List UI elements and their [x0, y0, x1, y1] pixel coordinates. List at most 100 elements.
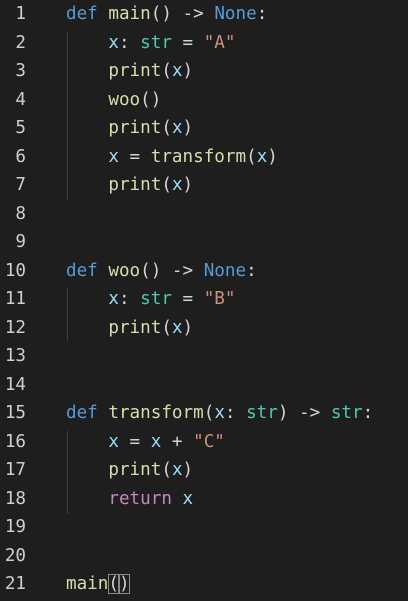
- code-line[interactable]: 3 print(x): [0, 57, 408, 86]
- code-editor[interactable]: 1 def main() -> None: 2 x: str = "A" 3 prin…: [0, 0, 408, 601]
- line-number: 7: [15, 175, 26, 195]
- code-line[interactable]: 11 x: str = "B": [0, 285, 408, 314]
- code-line[interactable]: 20: [0, 542, 408, 571]
- code-line[interactable]: 17 print(x): [0, 456, 408, 485]
- code-text[interactable]: return x: [66, 485, 193, 514]
- code-line[interactable]: 16 x = x + "C": [0, 428, 408, 457]
- code-token: str: [140, 32, 172, 53]
- code-token: :: [256, 4, 268, 24]
- code-token: ): [182, 175, 194, 195]
- code-text[interactable]: main(): [66, 570, 130, 599]
- code-line[interactable]: 12 print(x): [0, 314, 408, 343]
- code-token: (: [161, 175, 172, 195]
- code-token: main: [66, 574, 109, 594]
- code-text[interactable]: x = transform(x): [66, 143, 278, 172]
- code-token: transform: [108, 403, 204, 423]
- code-token: def: [66, 260, 98, 281]
- line-number: 10: [4, 260, 26, 281]
- code-line[interactable]: 18 return x: [0, 485, 408, 514]
- line-number: 4: [15, 89, 26, 110]
- code-token: "B": [203, 289, 236, 309]
- code-token: main: [108, 4, 151, 24]
- indent-guide-transform: [67, 431, 68, 514]
- line-number: 12: [4, 317, 26, 338]
- line-number: 1: [15, 4, 26, 24]
- code-token: str: [246, 403, 278, 423]
- code-line[interactable]: 4 woo(): [0, 86, 408, 115]
- code-token: (: [161, 61, 172, 81]
- code-text[interactable]: print(x): [66, 114, 193, 143]
- code-text[interactable]: def woo() -> None:: [66, 257, 257, 286]
- line-number: 2: [15, 32, 26, 53]
- code-token: ): [182, 118, 194, 138]
- code-token: x: [108, 32, 119, 53]
- code-token: ): [182, 61, 194, 81]
- code-token: x: [108, 431, 119, 452]
- code-line[interactable]: 10 def woo() -> None:: [0, 257, 408, 286]
- code-line[interactable]: 9: [0, 228, 408, 257]
- code-text[interactable]: print(x): [66, 57, 193, 86]
- code-token: x: [171, 175, 183, 195]
- code-text[interactable]: x = x + "C": [66, 428, 225, 457]
- code-text[interactable]: def main() -> None:: [66, 0, 267, 29]
- code-text[interactable]: def transform(x: str) -> str:: [66, 399, 373, 428]
- code-token: :: [246, 260, 257, 281]
- code-token: str: [140, 289, 172, 309]
- code-line[interactable]: 13: [0, 342, 408, 371]
- line-number: 5: [15, 118, 26, 138]
- code-line[interactable]: 19: [0, 513, 408, 542]
- code-line[interactable]: 1 def main() -> None:: [0, 0, 408, 29]
- code-token: def: [66, 403, 98, 423]
- code-line[interactable]: 14: [0, 371, 408, 400]
- code-token: x: [171, 317, 183, 338]
- code-token: str: [330, 403, 363, 423]
- code-token: print: [108, 118, 162, 138]
- code-text[interactable]: woo(): [66, 86, 161, 115]
- code-token: None: [214, 4, 257, 24]
- code-token: (: [161, 460, 172, 480]
- code-line[interactable]: 7 print(x): [0, 171, 408, 200]
- code-line[interactable]: 21 main(): [0, 570, 408, 599]
- code-text[interactable]: print(x): [66, 456, 193, 485]
- code-token: =: [171, 32, 204, 53]
- code-token: :: [118, 32, 141, 53]
- code-token: :: [224, 403, 247, 423]
- code-token: ): [182, 460, 194, 480]
- code-token: (: [108, 574, 119, 594]
- code-token: x: [108, 289, 119, 309]
- code-token: =: [171, 289, 204, 309]
- code-token: (): [140, 89, 162, 110]
- line-number: 8: [15, 203, 26, 224]
- code-line[interactable]: 2 x: str = "A": [0, 29, 408, 58]
- line-number: 9: [15, 232, 26, 252]
- line-number: 16: [4, 431, 26, 452]
- code-line[interactable]: 5 print(x): [0, 114, 408, 143]
- code-token: (: [161, 317, 172, 338]
- code-line[interactable]: 8: [0, 200, 408, 229]
- code-token: =: [118, 146, 151, 167]
- line-number: 14: [4, 374, 26, 395]
- indent-guide-woo: [67, 288, 68, 341]
- code-text[interactable]: print(x): [66, 171, 193, 200]
- code-text[interactable]: print(x): [66, 314, 193, 343]
- code-text[interactable]: x: str = "B": [66, 285, 236, 314]
- code-text[interactable]: x: str = "A": [66, 29, 235, 58]
- code-token: print: [108, 460, 162, 480]
- line-number: 19: [4, 517, 26, 537]
- line-number: 17: [4, 460, 26, 480]
- code-line[interactable]: 15 def transform(x: str) -> str:: [0, 399, 408, 428]
- code-token: x: [150, 431, 162, 452]
- line-number: 20: [4, 545, 26, 566]
- code-line[interactable]: 6 x = transform(x): [0, 143, 408, 172]
- code-token: def: [66, 4, 98, 24]
